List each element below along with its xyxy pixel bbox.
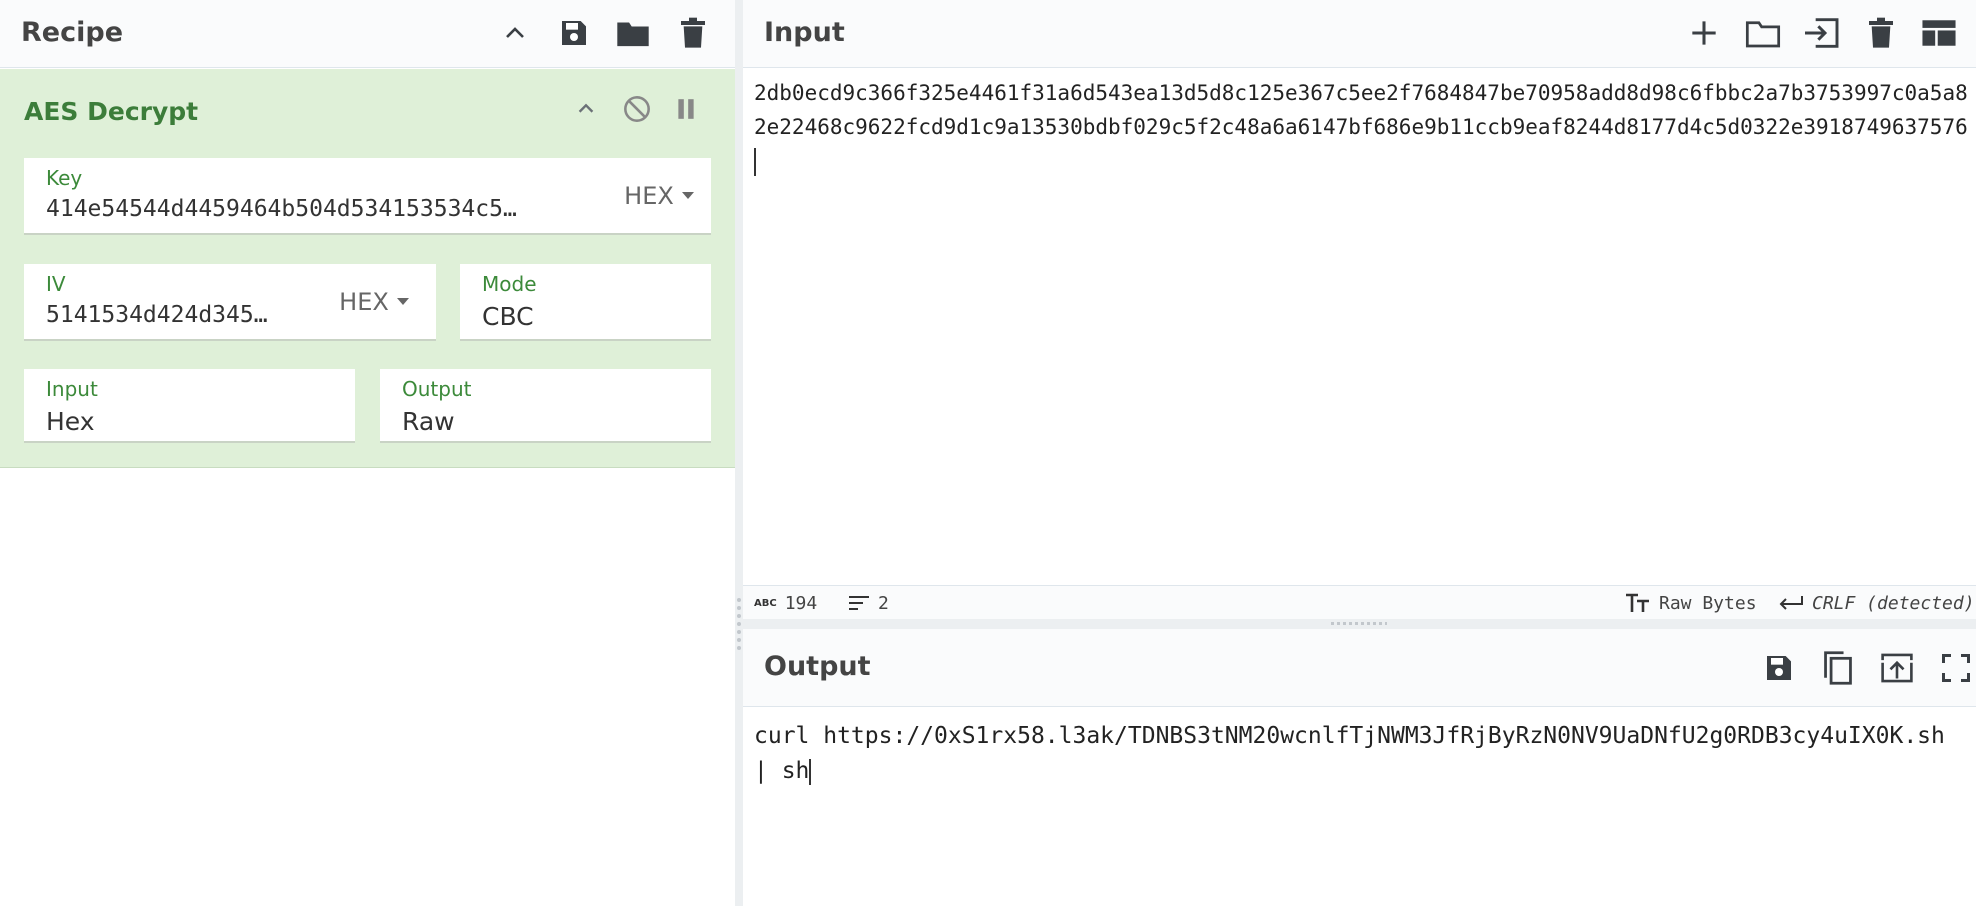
grip-dot — [737, 614, 741, 618]
input-status-bar: ABC 194 2 Raw Bytes CRLF (detected) — [743, 585, 1976, 620]
input-panel: Input 2db0ecd9c366f325e4461f31a6d543ea13… — [743, 0, 1976, 620]
output-text-area[interactable]: curl https://0xS1rx58.l3ak/TDNBS3tNM20wc… — [754, 719, 1969, 789]
output-panel: Output curl https://0xS1rx58.l3ak/TDNBS3… — [743, 629, 1976, 906]
key-input[interactable]: 414e54544d4459464b504d534153534c5… — [46, 196, 581, 222]
output-title: Output — [764, 651, 871, 682]
input-format-field[interactable]: Input Hex — [24, 369, 355, 443]
fullscreen-icon[interactable] — [1933, 645, 1976, 691]
recipe-title: Recipe — [21, 17, 124, 48]
copy-output-icon[interactable] — [1815, 645, 1861, 691]
add-input-plus-icon[interactable] — [1681, 10, 1727, 56]
encoding-label: Raw Bytes — [1659, 592, 1757, 614]
caret-down-icon — [396, 298, 409, 305]
encoding-selector[interactable]: Raw Bytes — [1625, 586, 1757, 620]
save-output-icon[interactable] — [1756, 645, 1802, 691]
grip-dot — [737, 638, 741, 642]
grip-dots — [1331, 622, 1387, 625]
char-count: 194 — [784, 592, 818, 614]
horizontal-splitter[interactable] — [743, 619, 1976, 629]
clear-recipe-trash-icon[interactable] — [670, 10, 716, 56]
collapse-chevron-up-icon[interactable] — [566, 89, 606, 129]
disable-operation-icon[interactable] — [617, 89, 657, 129]
output-format-label: Output — [402, 377, 472, 401]
grip-dot — [737, 622, 741, 626]
input-textarea[interactable]: 2db0ecd9c366f325e4461f31a6d543ea13d5d8c1… — [754, 76, 1976, 178]
iv-label: IV — [46, 272, 66, 296]
key-format-dropdown[interactable]: HEX — [609, 158, 709, 233]
grip-dot — [737, 646, 741, 650]
recipe-header: Recipe — [0, 0, 735, 68]
open-file-sign-in-icon[interactable] — [1798, 10, 1844, 56]
line-count-indicator: 2 — [848, 586, 889, 620]
iv-field[interactable]: IV 5141534d424d345… HEX — [24, 264, 436, 341]
text-format-icon — [1626, 593, 1649, 612]
output-header: Output — [743, 629, 1976, 707]
line-count: 2 — [878, 592, 889, 614]
iv-input[interactable]: 5141534d424d345… — [46, 302, 311, 328]
grip-dot — [737, 598, 741, 602]
collapse-all-chevron-up-icon[interactable] — [492, 10, 538, 56]
mode-select[interactable]: CBC — [482, 302, 534, 331]
input-header: Input — [743, 0, 1976, 68]
mode-field[interactable]: Mode CBC — [460, 264, 711, 341]
operation-title: AES Decrypt — [24, 97, 199, 126]
input-title: Input — [764, 17, 845, 48]
key-format-label: HEX — [624, 181, 674, 210]
reset-layout-icon[interactable] — [1916, 10, 1962, 56]
text-cursor — [809, 758, 812, 785]
grip-dot — [737, 630, 741, 634]
output-format-select[interactable]: Raw — [402, 407, 455, 436]
mode-label: Mode — [482, 272, 537, 296]
grip-dot — [737, 606, 741, 610]
load-recipe-folder-icon[interactable] — [610, 10, 656, 56]
return-arrow-icon — [1779, 596, 1803, 610]
replace-input-with-output-icon[interactable] — [1874, 645, 1920, 691]
key-label: Key — [46, 166, 83, 190]
eol-selector[interactable]: CRLF (detected) — [1778, 586, 1975, 620]
iv-format-dropdown[interactable]: HEX — [314, 264, 434, 339]
breakpoint-pause-icon[interactable] — [666, 89, 706, 129]
iv-format-label: HEX — [339, 287, 389, 316]
text-cursor — [754, 148, 756, 176]
input-format-select[interactable]: Hex — [46, 407, 95, 436]
clear-input-trash-icon[interactable] — [1858, 10, 1904, 56]
lines-icon — [849, 596, 869, 610]
eol-label: CRLF (detected) — [1812, 592, 1975, 614]
vertical-splitter[interactable] — [735, 0, 743, 906]
abc-icon: ABC — [754, 597, 777, 609]
input-text-content: 2db0ecd9c366f325e4461f31a6d543ea13d5d8c1… — [754, 81, 1968, 139]
caret-down-icon — [681, 192, 694, 199]
open-folder-icon[interactable] — [1740, 10, 1786, 56]
input-format-label: Input — [46, 377, 98, 401]
output-text-content: curl https://0xS1rx58.l3ak/TDNBS3tNM20wc… — [754, 723, 1945, 784]
aes-decrypt-operation[interactable]: AES Decrypt Key 414e54544d4459464b504d53… — [0, 69, 735, 468]
output-format-field[interactable]: Output Raw — [380, 369, 711, 443]
char-count-indicator: ABC 194 — [754, 586, 817, 620]
recipe-panel: Recipe AES Decrypt Key 414e54544d4459464… — [0, 0, 735, 906]
key-field[interactable]: Key 414e54544d4459464b504d534153534c5… H… — [24, 158, 711, 235]
save-recipe-icon[interactable] — [551, 10, 597, 56]
